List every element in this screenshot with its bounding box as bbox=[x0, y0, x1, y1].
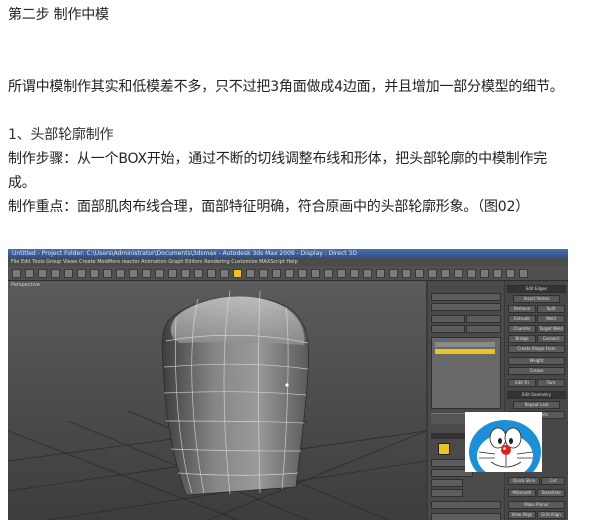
modifier-stack[interactable] bbox=[431, 337, 501, 409]
cursor-point bbox=[285, 383, 289, 387]
edit-tri-button[interactable]: Edit Tri bbox=[508, 379, 536, 387]
toolbar-button[interactable] bbox=[311, 269, 320, 278]
shrink-button[interactable] bbox=[431, 479, 463, 487]
grid-align-button[interactable]: Grid Align bbox=[537, 511, 565, 519]
cut-button[interactable]: Cut bbox=[541, 477, 565, 485]
toolbar-button[interactable] bbox=[272, 269, 281, 278]
toolbar-button[interactable] bbox=[402, 269, 411, 278]
toolbar-button[interactable] bbox=[220, 269, 229, 278]
toolbar-button[interactable] bbox=[324, 269, 333, 278]
insert-vertex-button[interactable]: Insert Vertex bbox=[513, 295, 560, 303]
toolbar-button[interactable] bbox=[506, 269, 515, 278]
toolbar-button[interactable] bbox=[233, 269, 242, 278]
steps-paragraph: 制作步骤：从一个BOX开始，通过不断的切线调整布线和形体，把头部轮廓的中模制作完 bbox=[8, 151, 548, 167]
toolbar-button[interactable] bbox=[168, 269, 177, 278]
toolbar-button[interactable] bbox=[38, 269, 47, 278]
msmooth-button[interactable]: MSmooth bbox=[508, 489, 536, 497]
toolbar-button[interactable] bbox=[194, 269, 203, 278]
create-shape-button[interactable]: Create Shape From Selection bbox=[508, 345, 565, 353]
doraemon-reference-image bbox=[465, 412, 542, 472]
toolbar-button[interactable] bbox=[480, 269, 489, 278]
command-panel: Edit Edges Insert Vertex Remove Split Ex… bbox=[505, 281, 568, 520]
tessellate-button[interactable]: Tessellate bbox=[537, 489, 565, 497]
steps-paragraph-continued: 成。 bbox=[8, 175, 36, 191]
toolbar-button[interactable] bbox=[376, 269, 385, 278]
connect-button[interactable]: Connect bbox=[537, 335, 565, 343]
modifier-button[interactable] bbox=[431, 315, 465, 323]
weld-button[interactable]: Weld bbox=[537, 315, 565, 323]
page-heading: 第二步 制作中模 bbox=[8, 7, 109, 23]
quick-slice-button[interactable]: Quick Slice bbox=[508, 477, 540, 485]
toolbar-button[interactable] bbox=[129, 269, 138, 278]
toolbar-button[interactable] bbox=[116, 269, 125, 278]
target-weld-button[interactable]: Target Weld bbox=[537, 325, 565, 333]
object-name-field[interactable] bbox=[431, 293, 501, 301]
toolbar-button[interactable] bbox=[493, 269, 502, 278]
bridge-button[interactable]: Bridge bbox=[508, 335, 536, 343]
app-toolbar bbox=[8, 266, 568, 281]
toolbar-button[interactable] bbox=[337, 269, 346, 278]
crease-spinner[interactable]: Crease bbox=[508, 367, 565, 375]
toolbar-button[interactable] bbox=[350, 269, 359, 278]
soft-selection-rollout[interactable] bbox=[431, 513, 501, 520]
toolbar-button[interactable] bbox=[389, 269, 398, 278]
app-menubar: File Edit Tools Group Views Create Modif… bbox=[8, 258, 568, 266]
toolbar-button[interactable] bbox=[207, 269, 216, 278]
toolbar-button[interactable] bbox=[142, 269, 151, 278]
modifier-list-dropdown[interactable] bbox=[431, 303, 501, 311]
app-titlebar: Untitled - Project Folder: C:\Users\Admi… bbox=[8, 249, 568, 258]
modifier-button[interactable] bbox=[466, 325, 501, 333]
toolbar-button[interactable] bbox=[25, 269, 34, 278]
modifier-button[interactable] bbox=[466, 315, 501, 323]
toolbar-button[interactable] bbox=[246, 269, 255, 278]
preview-selection-group[interactable] bbox=[431, 501, 501, 509]
toolbar-button[interactable] bbox=[103, 269, 112, 278]
weight-spinner[interactable]: Weight bbox=[508, 357, 565, 365]
ring-button[interactable] bbox=[431, 489, 463, 497]
toolbar-button[interactable] bbox=[155, 269, 164, 278]
make-planar-button[interactable]: Make Planar bbox=[508, 501, 565, 509]
toolbar-button[interactable] bbox=[519, 269, 528, 278]
toolbar-button[interactable] bbox=[285, 269, 294, 278]
toolbar-button[interactable] bbox=[454, 269, 463, 278]
stack-item-editable-poly[interactable] bbox=[435, 349, 495, 354]
repeat-last-button[interactable]: Repeat Last bbox=[513, 401, 560, 409]
key-point-paragraph: 制作重点：面部肌肉布线合理，面部特征明确，符合原画中的头部轮廓形象。（图02） bbox=[8, 199, 530, 215]
stack-item-symmetry[interactable] bbox=[435, 342, 495, 347]
toolbar-button[interactable] bbox=[64, 269, 73, 278]
toolbar-button[interactable] bbox=[415, 269, 424, 278]
section-heading: 1、头部轮廓制作 bbox=[8, 127, 114, 143]
toolbar-button[interactable] bbox=[51, 269, 60, 278]
vertex-subobject-icon[interactable] bbox=[438, 443, 450, 455]
edit-edges-rollout-header[interactable]: Edit Edges bbox=[507, 285, 566, 293]
modifier-panel bbox=[428, 281, 504, 520]
head-mesh-render bbox=[8, 290, 426, 520]
toolbar-button[interactable] bbox=[90, 269, 99, 278]
toolbar-button[interactable] bbox=[77, 269, 86, 278]
split-button[interactable]: Split bbox=[537, 305, 565, 313]
chamfer-button[interactable]: Chamfer bbox=[508, 325, 536, 333]
intro-paragraph: 所谓中模制作其实和低模差不多，只不过把3角面做成4边面，并且增加一部分模型的细节… bbox=[8, 79, 564, 95]
view-align-button[interactable]: View Align bbox=[508, 511, 536, 519]
head-top-highlight bbox=[170, 296, 305, 345]
edit-geometry-rollout-header[interactable]: Edit Geometry bbox=[507, 391, 566, 399]
toolbar-button[interactable] bbox=[441, 269, 450, 278]
toolbar-button[interactable] bbox=[298, 269, 307, 278]
toolbar-button[interactable] bbox=[259, 269, 268, 278]
toolbar-button[interactable] bbox=[467, 269, 476, 278]
perspective-viewport: Perspective bbox=[8, 281, 426, 520]
toolbar-button[interactable] bbox=[363, 269, 372, 278]
modifier-button[interactable] bbox=[431, 325, 465, 333]
figure-3dsmax-screenshot: Untitled - Project Folder: C:\Users\Admi… bbox=[8, 249, 568, 520]
toolbar-button[interactable] bbox=[181, 269, 190, 278]
extrude-button[interactable]: Extrude bbox=[508, 315, 536, 323]
turn-button[interactable]: Turn bbox=[537, 379, 565, 387]
toolbar-button[interactable] bbox=[12, 269, 21, 278]
remove-button[interactable]: Remove bbox=[508, 305, 536, 313]
doraemon-face-icon bbox=[465, 412, 542, 472]
toolbar-button[interactable] bbox=[428, 269, 437, 278]
